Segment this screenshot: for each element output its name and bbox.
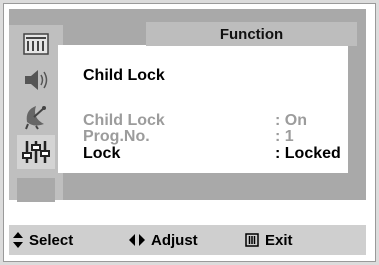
button-hint-bar: Select Adjust Exit [9, 225, 366, 255]
exit-hint: Exit [245, 232, 293, 249]
menu-button-icon [245, 233, 259, 247]
up-down-arrow-icon [13, 232, 23, 248]
sidebar-empty-slot [17, 178, 55, 202]
select-hint: Select [13, 232, 73, 249]
picture-icon[interactable] [17, 27, 55, 61]
menu-sidebar [9, 25, 63, 202]
function-icon[interactable] [17, 135, 55, 169]
row-value: : 1 [275, 128, 294, 145]
channel-icon[interactable] [17, 99, 55, 133]
adjust-hint-label: Adjust [151, 231, 198, 249]
row-label: Prog.No. [83, 128, 150, 145]
row-label: Lock [83, 145, 121, 162]
sound-icon[interactable] [17, 63, 55, 97]
select-hint-label: Select [29, 231, 74, 249]
row-label: Child Lock [83, 112, 165, 129]
row-value: : On [275, 112, 307, 129]
adjust-hint: Adjust [129, 232, 198, 249]
left-right-arrow-icon [129, 234, 145, 246]
submenu-heading: Child Lock [83, 67, 165, 84]
exit-hint-label: Exit [265, 231, 293, 249]
row-value: : Locked [275, 145, 341, 162]
menu-title: Function [146, 22, 357, 46]
